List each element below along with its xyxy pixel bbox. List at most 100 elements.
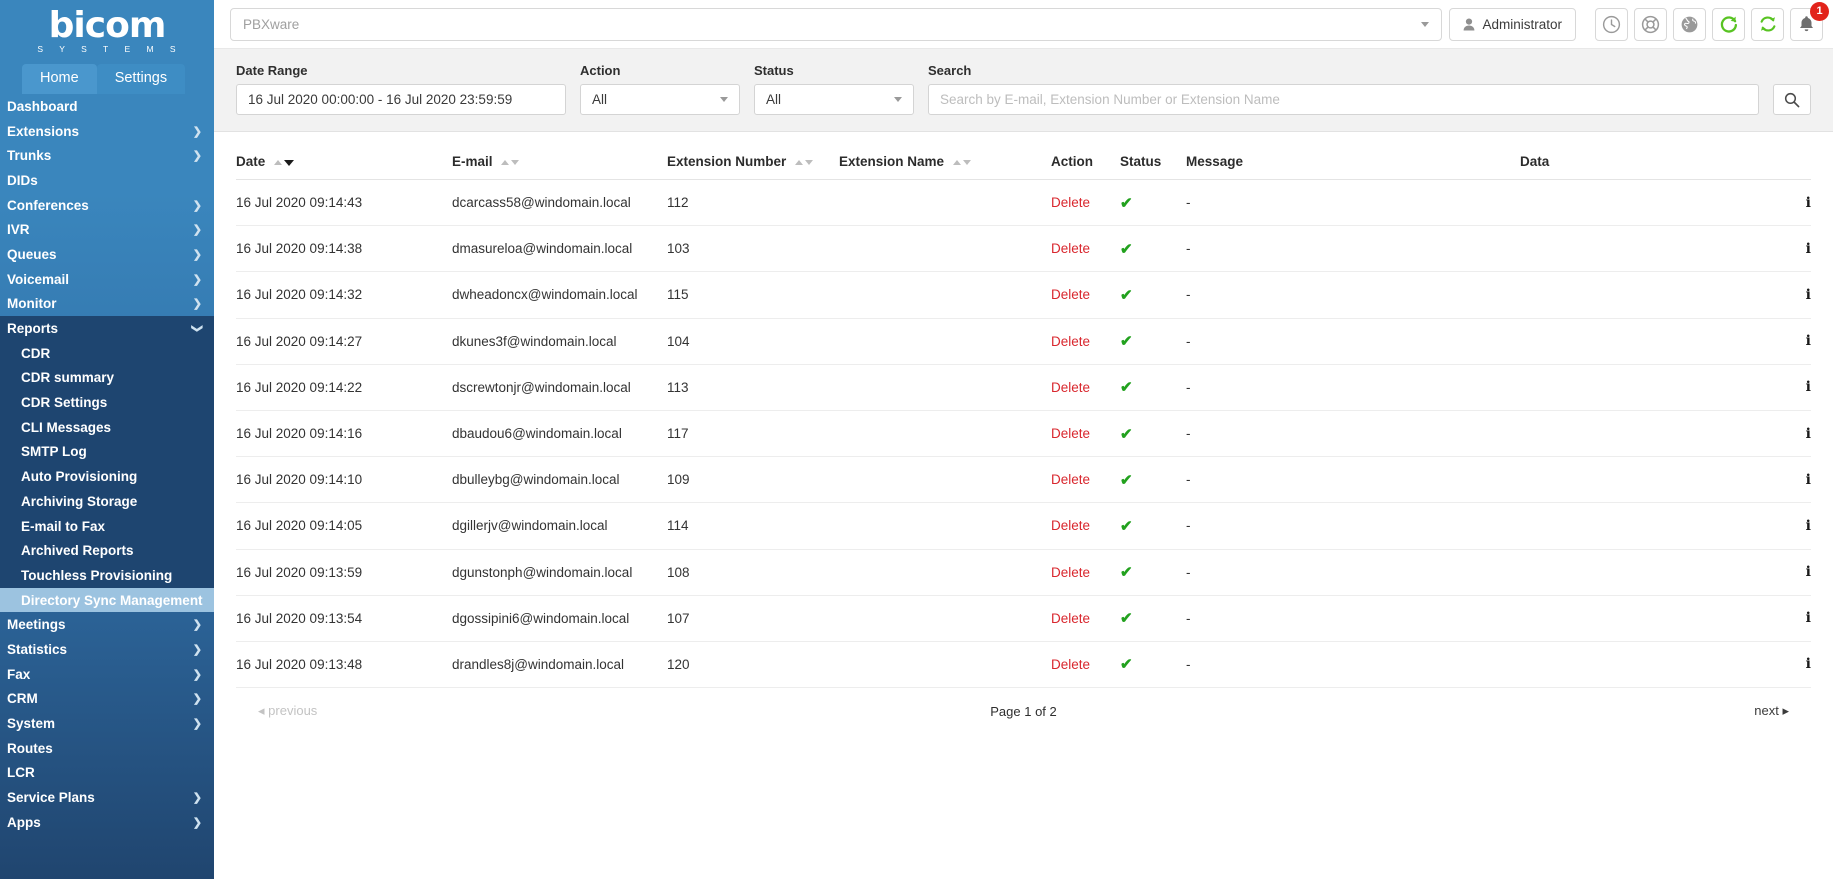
- delete-link[interactable]: Delete: [1051, 380, 1090, 395]
- sidebar-item-ivr[interactable]: IVR ❯: [0, 217, 214, 242]
- sidebar-item-label: Monitor: [7, 296, 57, 312]
- sidebar-item-dids[interactable]: DIDs: [0, 168, 214, 193]
- sidebar-item-system[interactable]: System ❯: [0, 711, 214, 736]
- delete-link[interactable]: Delete: [1051, 241, 1090, 256]
- bell-icon-button[interactable]: 1: [1790, 1, 1829, 41]
- info-icon[interactable]: i: [1806, 195, 1811, 211]
- search-submit-button[interactable]: [1773, 84, 1811, 115]
- delete-link[interactable]: Delete: [1051, 472, 1090, 487]
- delete-link[interactable]: Delete: [1051, 565, 1090, 580]
- info-icon[interactable]: i: [1806, 241, 1811, 257]
- sidebar-subitem-smtp-log[interactable]: SMTP Log: [0, 439, 214, 465]
- delete-link[interactable]: Delete: [1051, 518, 1090, 533]
- info-icon[interactable]: i: [1806, 379, 1811, 395]
- table-row: 16 Jul 2020 09:14:27 dkunes3f@windomain.l…: [236, 318, 1811, 365]
- clock-icon-button[interactable]: [1595, 7, 1628, 41]
- previous-page-button[interactable]: ◂ previous: [258, 703, 317, 719]
- column-label: Extension Number: [667, 154, 787, 169]
- globe-icon: [1681, 16, 1698, 32]
- sort-arrows[interactable]: [501, 160, 520, 165]
- brand-logo[interactable]: bicom S Y S T E M S: [0, 0, 214, 56]
- sort-asc-icon[interactable]: [274, 160, 283, 165]
- info-icon[interactable]: i: [1806, 287, 1811, 303]
- delete-link[interactable]: Delete: [1051, 611, 1090, 626]
- sort-arrows[interactable]: [952, 160, 971, 165]
- caret-right-icon: ▸: [1782, 703, 1789, 719]
- sort-asc-icon[interactable]: [501, 160, 510, 165]
- date-range-input[interactable]: [236, 84, 566, 115]
- sidebar-item-trunks[interactable]: Trunks ❯: [0, 143, 214, 168]
- sidebar-item-routes[interactable]: Routes: [0, 736, 214, 761]
- sidebar-item-fax[interactable]: Fax ❯: [0, 662, 214, 687]
- info-icon[interactable]: i: [1806, 333, 1811, 349]
- delete-link[interactable]: Delete: [1051, 195, 1090, 210]
- sidebar-item-voicemail[interactable]: Voicemail ❯: [0, 267, 214, 292]
- delete-link[interactable]: Delete: [1051, 287, 1090, 302]
- previous-page-label: previous: [268, 703, 318, 719]
- sidebar-subitem-cdr[interactable]: CDR: [0, 340, 214, 366]
- sidebar-subitem-cli-messages[interactable]: CLI Messages: [0, 414, 214, 440]
- info-icon[interactable]: i: [1806, 564, 1811, 580]
- sort-desc-icon[interactable]: [962, 160, 971, 165]
- sidebar-item-service-plans[interactable]: Service Plans ❯: [0, 785, 214, 810]
- sort-asc-icon[interactable]: [795, 160, 804, 165]
- delete-link[interactable]: Delete: [1051, 334, 1090, 349]
- sort-asc-icon[interactable]: [952, 160, 961, 165]
- column-header-date[interactable]: Date: [236, 132, 452, 180]
- info-icon[interactable]: i: [1806, 610, 1811, 626]
- sidebar-item-statistics[interactable]: Statistics ❯: [0, 637, 214, 662]
- sidebar-subitem-cdr-settings[interactable]: CDR Settings: [0, 390, 214, 415]
- lifebuoy-icon-button[interactable]: [1634, 7, 1667, 41]
- column-header-extension-number[interactable]: Extension Number: [667, 132, 839, 180]
- sidebar-item-meetings[interactable]: Meetings ❯: [0, 612, 214, 637]
- server-select[interactable]: PBXware: [230, 7, 1443, 41]
- sidebar-subitem-email-to-fax[interactable]: E-mail to Fax: [0, 513, 214, 539]
- table-row: 16 Jul 2020 09:14:38 dmasureloa@windomain…: [236, 225, 1811, 273]
- sync-icon-button[interactable]: [1751, 7, 1784, 41]
- tab-home[interactable]: Home: [22, 64, 97, 94]
- info-icon[interactable]: i: [1806, 656, 1811, 672]
- cell-extension-number: 113: [667, 364, 839, 411]
- sidebar-item-queues[interactable]: Queues ❯: [0, 242, 214, 267]
- search-input[interactable]: [928, 84, 1759, 115]
- info-icon[interactable]: i: [1806, 426, 1811, 442]
- sidebar-item-monitor[interactable]: Monitor ❯: [0, 292, 214, 317]
- sort-desc-icon[interactable]: [284, 160, 295, 166]
- info-icon[interactable]: i: [1806, 472, 1811, 488]
- info-icon[interactable]: i: [1806, 518, 1811, 534]
- cell-data: i: [1520, 271, 1811, 319]
- globe-icon-button[interactable]: [1673, 7, 1706, 41]
- cell-data: i: [1520, 225, 1811, 273]
- action-select[interactable]: All: [580, 84, 740, 115]
- sidebar-item-apps[interactable]: Apps ❯: [0, 810, 214, 835]
- sidebar-item-conferences[interactable]: Conferences ❯: [0, 193, 214, 218]
- sidebar-subitem-auto-provisioning[interactable]: Auto Provisioning: [0, 464, 214, 489]
- sidebar-item-lcr[interactable]: LCR: [0, 761, 214, 786]
- cell-status: ✔: [1120, 225, 1186, 273]
- sidebar-subitem-touchless-provisioning[interactable]: Touchless Provisioning: [0, 563, 214, 588]
- sidebar-item-dashboard[interactable]: Dashboard: [0, 94, 214, 119]
- delete-link[interactable]: Delete: [1051, 426, 1090, 441]
- tab-settings[interactable]: Settings: [96, 64, 186, 94]
- filter-bar: Date Range Action All Status All Search: [214, 49, 1833, 132]
- sidebar-item-label: Voicemail: [7, 271, 70, 287]
- sidebar-item-crm[interactable]: CRM ❯: [0, 687, 214, 712]
- sidebar-item-extensions[interactable]: Extensions ❯: [0, 119, 214, 144]
- sidebar-subitem-directory-sync-management[interactable]: Directory Sync Management: [0, 587, 214, 613]
- sort-arrows[interactable]: [274, 160, 295, 166]
- sidebar-subitem-archiving-storage[interactable]: Archiving Storage: [0, 489, 214, 514]
- table-row: 16 Jul 2020 09:14:22 dscrewtonjr@windomai…: [236, 364, 1811, 411]
- sort-arrows[interactable]: [795, 160, 814, 165]
- sidebar-item-reports[interactable]: Reports ❯: [0, 316, 214, 341]
- delete-link[interactable]: Delete: [1051, 657, 1090, 672]
- next-page-button[interactable]: next ▸: [1754, 703, 1789, 719]
- status-select[interactable]: All: [754, 84, 914, 115]
- sidebar-subitem-cdr-summary[interactable]: CDR summary: [0, 365, 214, 391]
- user-menu-button[interactable]: Administrator: [1449, 7, 1576, 41]
- column-header-email[interactable]: E-mail: [452, 132, 667, 180]
- column-header-extension-name[interactable]: Extension Name: [839, 132, 1051, 180]
- sidebar-subitem-archived-reports[interactable]: Archived Reports: [0, 538, 214, 564]
- sort-desc-icon[interactable]: [511, 160, 520, 165]
- sort-desc-icon[interactable]: [805, 160, 814, 165]
- reload-icon-button[interactable]: [1712, 7, 1745, 41]
